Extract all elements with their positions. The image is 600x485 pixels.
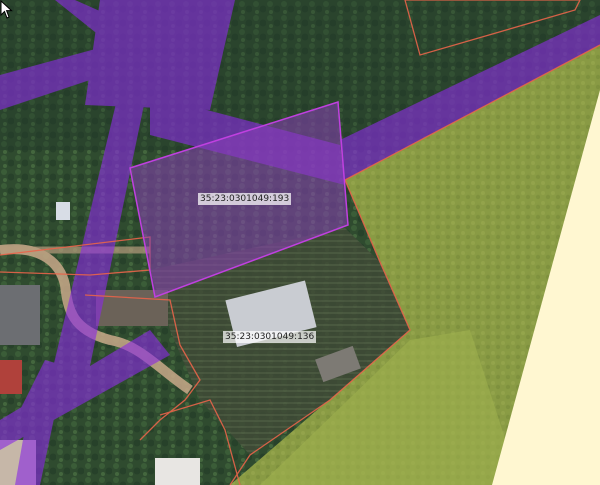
parcel-label-193[interactable]: 35:23:0301049:193 [198,193,292,205]
satellite-imagery [0,0,600,485]
parcel-label-136[interactable]: 35:23:0301049:136 [223,331,317,343]
arrow-cursor-icon [0,0,13,19]
map-viewport[interactable]: 35:23:0301049:193 35:23:0301049:136 [0,0,600,485]
